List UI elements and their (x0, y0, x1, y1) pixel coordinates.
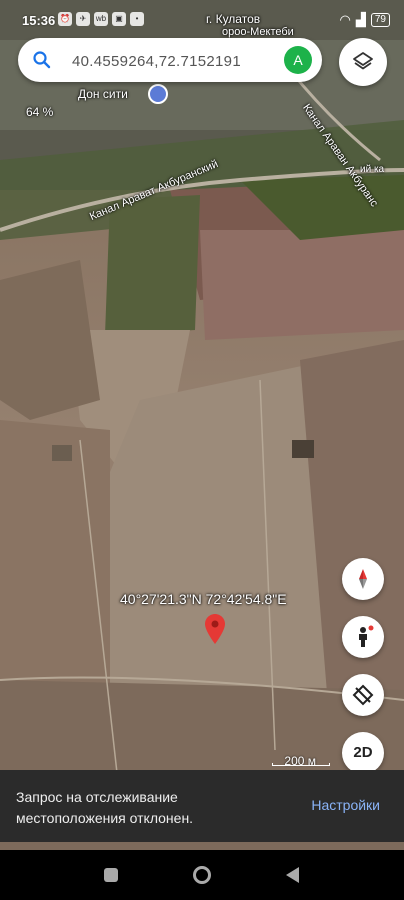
terrain-imagery (0, 0, 404, 850)
system-nav-bar (0, 850, 404, 900)
wb-icon: wb (94, 12, 108, 26)
alarm-icon: ⏰ (58, 12, 72, 26)
compass-button[interactable] (342, 558, 384, 600)
rotate-view-button[interactable] (342, 674, 384, 716)
more-dot-icon: • (130, 12, 144, 26)
map-label-canal-right-suffix: ий ка (360, 164, 385, 175)
street-view-button[interactable] (342, 616, 384, 658)
status-time: 15:36 (22, 13, 56, 28)
mode-2d-button[interactable]: 2D (342, 732, 384, 774)
snackbar-message: Запрос на отслеживание местоположения от… (16, 789, 194, 826)
search-icon[interactable] (32, 50, 52, 70)
map-label-percent: 64 % (26, 105, 54, 119)
recents-button[interactable] (104, 868, 118, 882)
search-input[interactable] (70, 49, 274, 73)
notification-icons: ⏰ ✈ wb ▣ • (58, 12, 144, 26)
dropped-pin-coordinates: 40°27'21.3"N 72°42'54.8"E (120, 591, 287, 607)
account-avatar[interactable]: A (284, 46, 312, 74)
location-snackbar: Запрос на отслеживание местоположения от… (0, 770, 404, 842)
settings-link[interactable]: Настройки (311, 797, 380, 813)
search-bar[interactable]: A (18, 38, 322, 82)
home-button[interactable] (193, 866, 211, 884)
scale-bar: 200 м (272, 754, 330, 768)
layers-button[interactable] (339, 38, 387, 86)
battery-indicator: 79 (370, 13, 390, 27)
wifi-icon: ◠ (339, 12, 351, 27)
map-pin-icon[interactable] (205, 614, 225, 644)
compass-icon (359, 569, 367, 589)
satellite-map[interactable]: г. Кулатов ороо-Мектеби Дон сити 64 % Ка… (0, 0, 404, 850)
telegram-icon: ✈ (76, 12, 90, 26)
system-icons: ◠ ▟ 79 (340, 12, 390, 28)
poi-icon[interactable] (148, 84, 168, 104)
status-bar: 15:36 ⏰ ✈ wb ▣ • ◠ ▟ 79 (0, 0, 404, 36)
layers-icon (353, 52, 373, 70)
signal-icon: ▟ (355, 12, 366, 27)
rotate-icon (352, 684, 374, 706)
back-button[interactable] (286, 867, 299, 883)
map-label-poi[interactable]: Дон сити (78, 87, 128, 101)
app-icon: ▣ (112, 12, 126, 26)
scale-line (272, 763, 330, 766)
pegman-icon (359, 625, 374, 647)
